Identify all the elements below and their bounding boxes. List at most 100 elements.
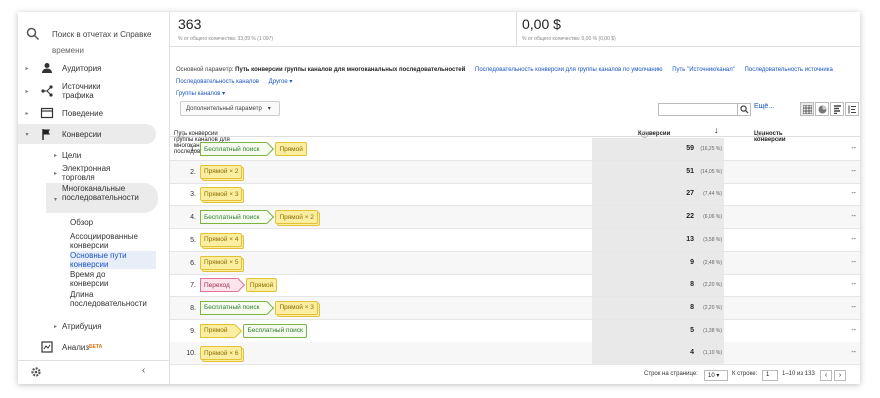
- channel-label: Прямой × 4: [204, 236, 239, 244]
- sort-down-icon[interactable]: ↓: [714, 125, 719, 135]
- chevron-right-icon: ▸: [25, 110, 29, 117]
- chevron-down-icon: ▾: [25, 131, 29, 138]
- conversions-percent: (16,25 %): [700, 146, 722, 152]
- channel-label: Бесплатный поиск: [204, 145, 260, 153]
- dimension-link[interactable]: Путь "Источник/канал": [672, 67, 735, 73]
- table-search-input[interactable]: [658, 103, 738, 116]
- table-row[interactable]: 3. Прямой × 3 27 (7,44 %) --: [170, 183, 860, 207]
- conversions-percent: (2,20 %): [703, 304, 722, 311]
- conversion-value-cell: --: [851, 258, 856, 266]
- channel-chip: Бесплатный поиск: [200, 141, 275, 157]
- sidebar-sub-top-paths[interactable]: Основные пути конверсии: [70, 251, 156, 269]
- sidebar-sub-assisted[interactable]: Ассоциированные конверсии: [70, 232, 142, 250]
- advanced-link[interactable]: Ещё...: [754, 103, 774, 110]
- help-icon[interactable]: ?: [757, 131, 764, 138]
- sidebar-item-acquisition[interactable]: ▸ Источники трафика: [18, 81, 170, 101]
- sidebar-item-label: Источники трафика: [62, 82, 101, 100]
- performance-view-button[interactable]: [830, 102, 844, 116]
- sidebar-item-behavior[interactable]: ▸ Поведение: [18, 106, 170, 120]
- secondary-dimension-button[interactable]: Дополнительный параметр ▾: [180, 101, 280, 116]
- table-row[interactable]: 1. Бесплатный поиск Прямой 59 (16,25 %) --: [170, 138, 860, 161]
- table-row[interactable]: 9. Прямой Бесплатный поиск 5 (1,38 %) --: [170, 319, 860, 343]
- chevron-down-icon: ▾: [54, 197, 58, 203]
- conversions-percent: (6,06 %): [703, 214, 722, 221]
- conversions-value: 4: [690, 349, 694, 357]
- channel-chip: Бесплатный поиск: [200, 210, 275, 225]
- table-row[interactable]: 10. Прямой × 6 4 (1,10 %) --: [170, 342, 860, 366]
- metric-subtext: % от общего количества: 0,00 % (0,00 $): [522, 36, 616, 42]
- conversions-value: 8: [690, 281, 694, 289]
- sidebar-item-audience[interactable]: ▸ Аудитория: [18, 61, 170, 75]
- conversions-cell: 13 (3,58 %): [592, 228, 724, 251]
- channel-groups-link[interactable]: Группы каналов ▾: [176, 91, 225, 97]
- conversion-path: Прямой × 2: [200, 164, 244, 179]
- table-row[interactable]: 7. Переход Прямой 8 (2,20 %) --: [170, 274, 860, 298]
- table-row[interactable]: 8. Бесплатный поиск Прямой × 3 8 (2,20 %) --: [170, 296, 860, 320]
- rows-per-page-select[interactable]: 10 ▾: [704, 370, 728, 381]
- conversions-value: 59: [686, 145, 694, 152]
- goto-row-label: К строке:: [732, 371, 758, 377]
- dimension-link[interactable]: Последовательность каналов: [176, 79, 259, 85]
- report-main: 363 % от общего количества: 33,09 % (1 0…: [170, 12, 860, 384]
- conversion-path: Бесплатный поиск Прямой: [200, 141, 309, 157]
- sidebar-item-analysis[interactable]: Анализ БЕТА: [18, 340, 170, 354]
- channel-chip: Прямой × 3: [200, 187, 243, 202]
- behavior-icon: [40, 107, 54, 119]
- comparison-icon: [848, 105, 856, 113]
- conversions-percent: (3,58 %): [703, 236, 722, 243]
- conversions-cell: 8 (2,20 %): [592, 296, 724, 319]
- chevron-right-icon: ▸: [25, 65, 29, 72]
- sidebar-sub-ecommerce[interactable]: Электронная торговля: [62, 164, 132, 182]
- prev-page-button[interactable]: ‹: [820, 370, 832, 381]
- sidebar-item-label: Анализ: [62, 342, 90, 352]
- row-number: 9.: [190, 327, 196, 335]
- sidebar-sub-overview[interactable]: Обзор: [70, 218, 93, 227]
- table-row[interactable]: 4. Бесплатный поиск Прямой × 2 22 (6,06 %) --: [170, 206, 860, 230]
- conversions-cell: 8 (2,20 %): [592, 274, 724, 297]
- search-placeholder: Поиск в отчетах и Справке: [52, 29, 152, 39]
- table-row[interactable]: 2. Прямой × 2 51 (14,05 %) --: [170, 160, 860, 184]
- metric-value: 363: [178, 16, 202, 32]
- sidebar-sub-path-length[interactable]: Длина последовательности: [70, 290, 147, 308]
- sidebar-footer: ‹: [18, 360, 170, 384]
- channel-label: Прямой × 3: [279, 304, 314, 312]
- goto-row-input[interactable]: 1: [762, 370, 778, 381]
- table-row[interactable]: 5. Прямой × 4 13 (3,58 %) --: [170, 228, 860, 252]
- channel-label: Прямой: [204, 327, 228, 335]
- next-page-button[interactable]: ›: [834, 370, 846, 381]
- sidebar-sub-goals[interactable]: Цели: [62, 151, 81, 160]
- metric-divider: [516, 12, 517, 46]
- dimension-link[interactable]: Последовательность источника: [745, 67, 833, 73]
- chevron-down-icon: ▾: [267, 106, 271, 112]
- conversion-path: Прямой × 5: [200, 255, 244, 270]
- channel-label: Прямой: [249, 281, 274, 289]
- sidebar-sub-mcf[interactable]: Многоканальные последовательности: [62, 184, 139, 202]
- sidebar-item-label: Поведение: [62, 108, 104, 118]
- sidebar-sub-time-lag[interactable]: Время до конверсии: [70, 270, 128, 288]
- channel-label: Прямой: [279, 145, 303, 153]
- table-view-button[interactable]: [800, 102, 814, 116]
- chevron-right-icon: ▸: [54, 324, 58, 330]
- row-number: 2.: [190, 168, 196, 176]
- analytics-window: Поиск в отчетах и Справке времени ▸ Ауди…: [18, 12, 860, 384]
- gear-icon[interactable]: [30, 366, 42, 378]
- table-row[interactable]: 6. Прямой × 5 9 (2,48 %) --: [170, 251, 860, 275]
- metric-conversions: 363 % от общего количества: 33,09 % (1 0…: [178, 16, 273, 42]
- channel-chip: Прямой: [200, 323, 243, 338]
- sidebar-search[interactable]: Поиск в отчетах и Справке: [26, 26, 151, 42]
- chevron-right-icon: [230, 278, 245, 293]
- conversions-percent: (1,38 %): [703, 327, 722, 334]
- pie-view-button[interactable]: [815, 102, 829, 116]
- comparison-view-button[interactable]: [845, 102, 859, 116]
- dimension-link[interactable]: Последовательность конверсии для группы …: [475, 67, 663, 73]
- help-icon[interactable]: ?: [177, 131, 184, 138]
- sidebar-sub-attribution[interactable]: Атрибуция: [62, 322, 102, 331]
- sidebar-item-conversions[interactable]: ▾ Конверсии: [18, 124, 156, 144]
- conversion-value-cell: --: [851, 213, 856, 221]
- dimension-other-link[interactable]: Другое ▾: [269, 79, 293, 85]
- help-icon[interactable]: ?: [641, 131, 648, 138]
- chevron-right-icon: [228, 323, 243, 338]
- conversions-cell: 4 (1,10 %): [592, 342, 724, 365]
- collapse-sidebar-icon[interactable]: ‹: [142, 365, 145, 376]
- table-search-button[interactable]: [737, 103, 751, 116]
